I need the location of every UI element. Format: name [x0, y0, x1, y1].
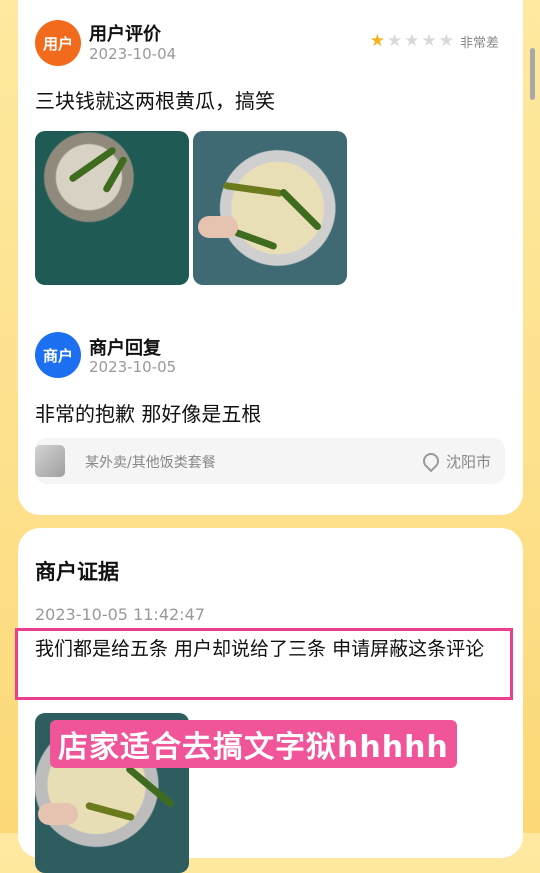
- review-photo[interactable]: [193, 131, 347, 285]
- product-thumbnail: [35, 445, 65, 477]
- reply-date: 2023-10-05: [89, 358, 177, 376]
- star-rating: ★ ★ ★ ★ ★ 非常差: [369, 31, 499, 52]
- location: 沈阳市: [419, 449, 491, 472]
- review-photo[interactable]: [35, 131, 189, 285]
- star-icon: ★: [438, 31, 454, 51]
- evidence-datetime: 2023-10-05 11:42:47: [35, 605, 205, 624]
- location-label: 沈阳市: [445, 453, 491, 471]
- star-icon: ★: [386, 31, 403, 51]
- star-icon: ★: [404, 31, 420, 51]
- review-date: 2023-10-04: [89, 45, 177, 63]
- overlay-caption: 店家适合去搞文字狱hhhhh: [50, 720, 457, 768]
- star-icon: ★: [421, 31, 437, 51]
- merchant-avatar: 商户: [35, 332, 81, 378]
- reply-text: 非常的抱歉 那好像是五根: [35, 402, 262, 426]
- review-text: 三块钱就这两根黄瓜，搞笑: [35, 89, 275, 113]
- location-pin-icon: [419, 449, 443, 472]
- review-card: 用户 用户评价 2023-10-04 ★ ★ ★ ★ ★ 非常差 三块钱就这两根…: [18, 0, 523, 515]
- product-tag[interactable]: 某外卖/其他饭类套餐 沈阳市: [35, 438, 505, 484]
- section-title: 商户证据: [35, 560, 119, 584]
- user-name: 用户评价: [89, 24, 161, 45]
- scrollbar[interactable]: [530, 48, 535, 100]
- rating-label: 非常差: [459, 36, 499, 51]
- star-icon: ★: [369, 31, 385, 51]
- evidence-card: 商户证据 2023-10-05 11:42:47 我们都是给五条 用户却说给了三…: [15, 528, 523, 873]
- product-tag-label: 某外卖/其他饭类套餐: [85, 455, 216, 471]
- user-avatar: 用户: [35, 20, 81, 66]
- merchant-name: 商户回复: [89, 338, 161, 359]
- evidence-text: 我们都是给五条 用户却说给了三条 申请屏蔽这条评论: [35, 638, 485, 660]
